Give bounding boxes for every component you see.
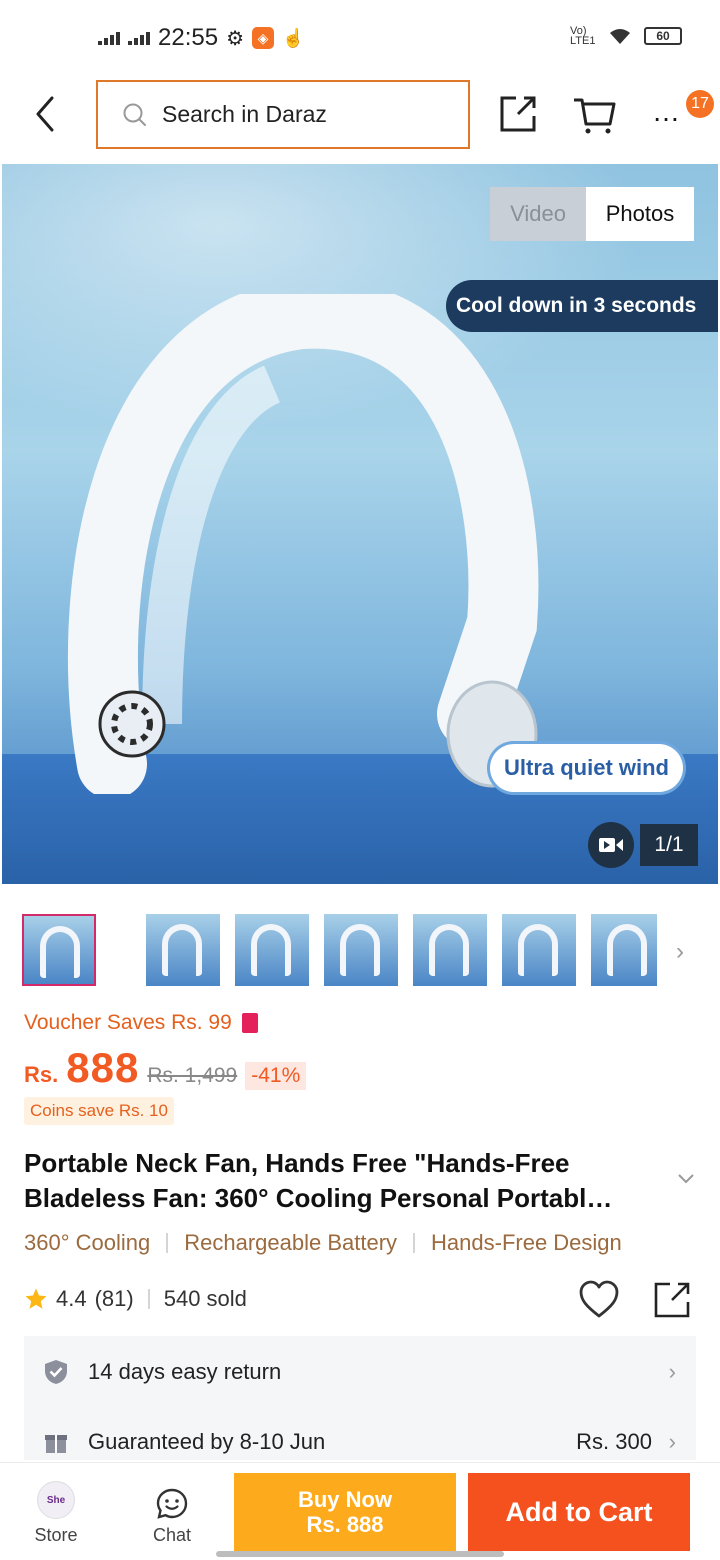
feature-tag: 360° Cooling (24, 1230, 151, 1255)
buy-now-price: Rs. 888 (306, 1512, 384, 1537)
thumbnail-fan-shape (429, 924, 469, 976)
top-nav: Search in Daraz … (0, 78, 720, 152)
discount-badge: -41% (245, 1062, 307, 1090)
bottom-action-bar: She Store Chat Buy Now Rs. 888 Add to Ca… (0, 1462, 720, 1560)
more-badge: 17 (686, 90, 714, 118)
back-arrow-icon[interactable] (28, 92, 68, 136)
video-camera-button[interactable] (588, 822, 634, 868)
voucher-tag-icon (241, 1013, 258, 1033)
feature-tag: Hands-Free Design (431, 1230, 622, 1255)
voucher-info[interactable]: Voucher Saves Rs. 99 (24, 1011, 258, 1035)
rating-separator (147, 1289, 150, 1309)
image-caption-quiet: Ultra quiet wind (490, 744, 683, 792)
product-image[interactable]: Video Photos Cool down in 3 seconds Ultr… (2, 164, 718, 884)
neck-fan-image (67, 294, 539, 794)
chevron-right-icon[interactable]: › (676, 938, 684, 966)
search-input[interactable]: Search in Daraz (96, 80, 470, 149)
cart-icon[interactable] (572, 92, 616, 136)
delivery-fee: Rs. 300 (576, 1429, 652, 1454)
thumbnail-fan-shape (251, 924, 291, 976)
chevron-right-icon: › (668, 1359, 676, 1384)
status-time: 22:55 (158, 24, 219, 51)
price-currency: Rs. (24, 1062, 59, 1087)
signal-icon-2 (128, 31, 150, 45)
chat-button[interactable]: Chat (132, 1487, 212, 1546)
chat-icon (156, 1488, 188, 1519)
buy-now-button[interactable]: Buy Now Rs. 888 (234, 1473, 456, 1551)
service-label: 14 days easy return (88, 1359, 282, 1384)
thumbnail-selected[interactable] (22, 914, 96, 986)
service-panel: 14 days easy return › Guaranteed by 8-10… (24, 1336, 696, 1460)
thumbnail-strip: › (22, 912, 702, 988)
status-left: 22:55 ⚙ ◈ ☝ (98, 24, 304, 52)
tab-photos[interactable]: Photos (586, 187, 694, 241)
battery-icon: 60 (644, 27, 682, 45)
store-label: Store (34, 1525, 78, 1545)
thumbnail[interactable] (502, 914, 576, 986)
tab-video[interactable]: Video (490, 187, 586, 241)
chevron-right-icon: › (668, 1429, 676, 1454)
share-icon[interactable] (496, 92, 540, 136)
buy-now-label: Buy Now (297, 1487, 393, 1512)
shield-check-icon (45, 1360, 67, 1384)
network-label: Vo) LTE1 (570, 25, 596, 47)
thumbnail[interactable] (413, 914, 487, 986)
feature-separator (413, 1233, 416, 1253)
thumbnail-fan-shape (40, 926, 80, 978)
rating-row[interactable]: 4.4 (81) 540 sold (24, 1286, 247, 1312)
thumbnail[interactable] (591, 914, 657, 986)
feature-tag: Rechargeable Battery (184, 1230, 398, 1255)
feature-tags: 360° Cooling Rechargeable Battery Hands-… (24, 1230, 622, 1256)
media-toggle: Video Photos (490, 187, 694, 241)
status-right: Vo) LTE1 60 (570, 25, 682, 47)
home-indicator[interactable] (216, 1551, 504, 1557)
touch-icon: ☝ (282, 27, 305, 48)
store-button[interactable]: She Store (18, 1481, 94, 1546)
add-to-cart-button[interactable]: Add to Cart (468, 1473, 690, 1551)
thumbnail-fan-shape (162, 924, 202, 976)
status-bar: 22:55 ⚙ ◈ ☝ Vo) LTE1 60 (0, 0, 720, 76)
wifi-icon (610, 29, 630, 44)
price-value: 888 (66, 1044, 140, 1091)
feature-separator (166, 1233, 169, 1253)
rating-value: 4.4 (56, 1286, 87, 1311)
thumbnail-fan-shape (518, 924, 558, 976)
share-icon[interactable] (652, 1280, 692, 1320)
gear-icon: ⚙ (226, 27, 244, 50)
thumbnail-fan-shape (340, 924, 380, 976)
app-notification-icon: ◈ (252, 27, 274, 49)
product-title: Portable Neck Fan, Hands Free "Hands-Fre… (24, 1148, 613, 1213)
signal-icon (98, 31, 120, 45)
heart-icon[interactable] (578, 1280, 620, 1320)
thumbnail[interactable] (324, 914, 398, 986)
original-price: Rs. 1,499 (147, 1064, 238, 1087)
review-count: (81) (94, 1286, 134, 1311)
service-label: Guaranteed by 8-10 Jun (88, 1429, 326, 1454)
thumbnail-fan-shape (607, 924, 647, 976)
coins-badge: Coins save Rs. 10 (24, 1097, 174, 1125)
image-counter: 1/1 (640, 824, 698, 866)
video-camera-icon (599, 838, 623, 852)
voucher-text: Voucher Saves Rs. 99 (24, 1011, 232, 1034)
thumbnail[interactable] (235, 914, 309, 986)
sold-count: 540 sold (163, 1286, 247, 1311)
thumbnail[interactable] (146, 914, 220, 986)
price-row: Rs. 888 Rs. 1,499 -41% (24, 1044, 307, 1092)
chat-label: Chat (152, 1525, 192, 1545)
star-icon (25, 1288, 47, 1309)
search-icon (123, 103, 146, 126)
gift-icon (45, 1435, 67, 1453)
battery-level: 60 (656, 29, 670, 43)
search-placeholder: Search in Daraz (162, 101, 327, 127)
image-caption-cool: Cool down in 3 seconds (446, 280, 718, 332)
service-return-row[interactable]: 14 days easy return › (24, 1342, 696, 1402)
chevron-down-icon[interactable] (676, 1168, 696, 1188)
store-logo: She (37, 1481, 75, 1519)
